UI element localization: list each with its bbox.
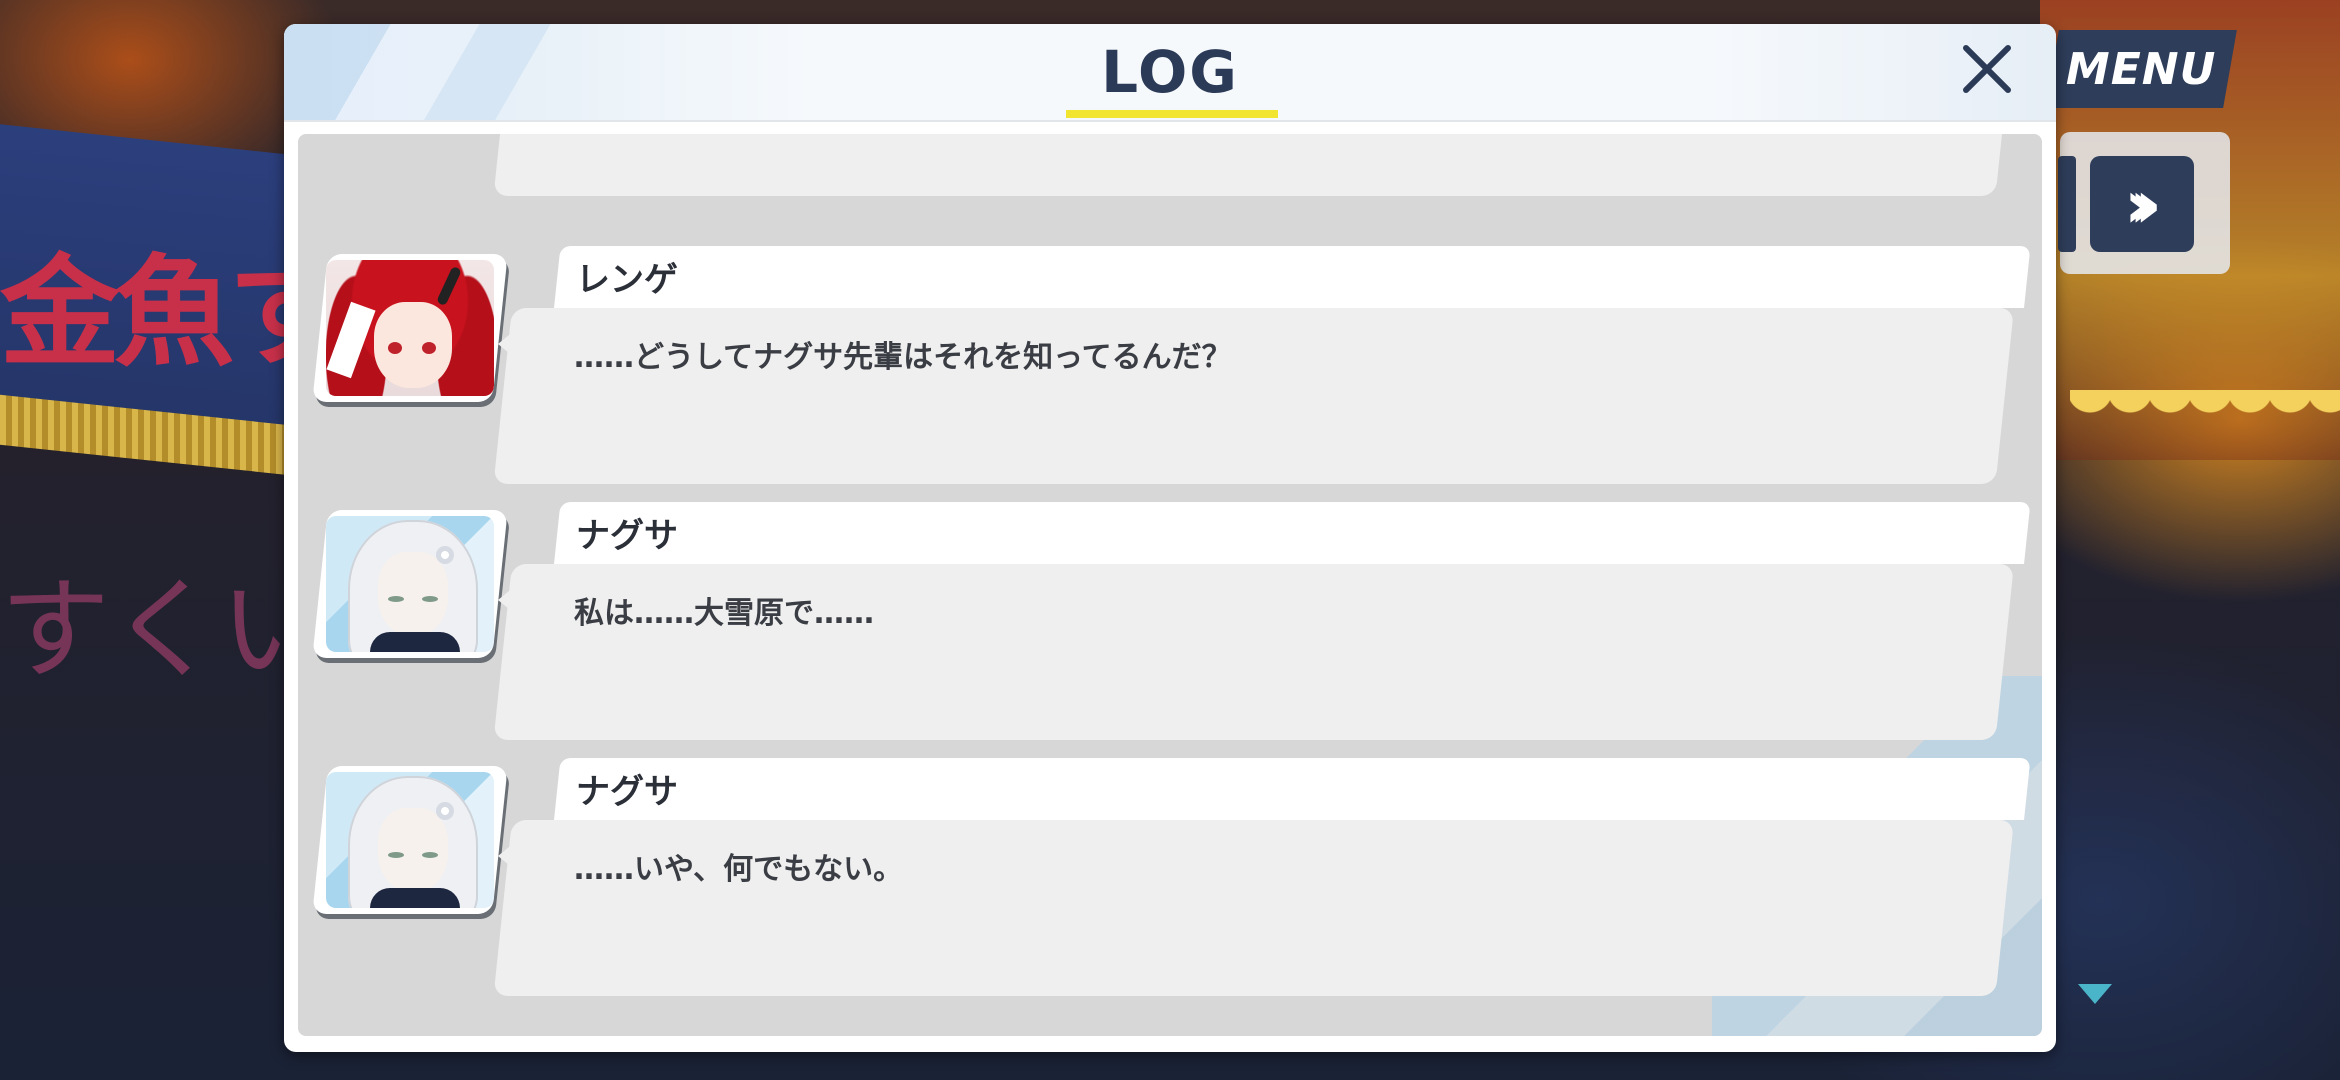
speaker-name-box <box>554 502 2031 564</box>
log-entry[interactable]: ナグサ ……いや、何でもない。 <box>298 758 2042 998</box>
title-underline <box>1066 110 1278 118</box>
message-text: ……いや、何でもない。 <box>574 852 904 887</box>
menu-button[interactable]: MENU <box>2045 30 2237 108</box>
close-button[interactable] <box>1952 34 2022 104</box>
log-scroll-area[interactable]: レンゲ ……どうしてナグサ先輩はそれを知ってるんだ？ ナグサ 私は……大雪原で…… <box>298 134 2042 1036</box>
speaker-name: レンゲ <box>576 260 678 300</box>
renge-portrait <box>312 254 508 402</box>
message-text: ……どうしてナグサ先輩はそれを知ってるんだ？ <box>574 340 1232 375</box>
menu-button-label: MENU <box>2065 43 2217 95</box>
auto-play-button[interactable] <box>2058 156 2076 252</box>
neon-sign-text: すくい <box>0 566 330 694</box>
skip-button[interactable]: ››› <box>2090 156 2194 252</box>
log-header: LOG <box>284 24 2056 120</box>
log-entry-partial <box>298 134 2042 198</box>
nagusa-portrait <box>312 510 508 658</box>
speaker-name: ナグサ <box>576 516 678 556</box>
nagusa-portrait <box>312 766 508 914</box>
close-icon <box>1963 45 2011 93</box>
log-entry[interactable]: レンゲ ……どうしてナグサ先輩はそれを知ってるんだ？ <box>298 246 2042 486</box>
triangle-down-icon <box>2078 984 2112 1004</box>
log-panel: LOG レンゲ ……どうしてナグサ先輩はそれを知ってるんだ？ ナグサ 私は……大… <box>284 24 2056 1052</box>
log-entry[interactable]: ナグサ 私は……大雪原で…… <box>298 502 2042 742</box>
speaker-name: ナグサ <box>576 772 678 812</box>
speaker-name-box <box>554 246 2031 308</box>
message-text: 私は……大雪原で…… <box>574 596 874 631</box>
speaker-name-box <box>554 758 2031 820</box>
lantern-frills <box>2070 390 2340 440</box>
header-divider <box>284 120 2056 122</box>
fast-forward-icon: ››› <box>2124 165 2161 243</box>
message-bubble <box>493 134 2014 196</box>
log-title: LOG <box>1101 38 1239 106</box>
